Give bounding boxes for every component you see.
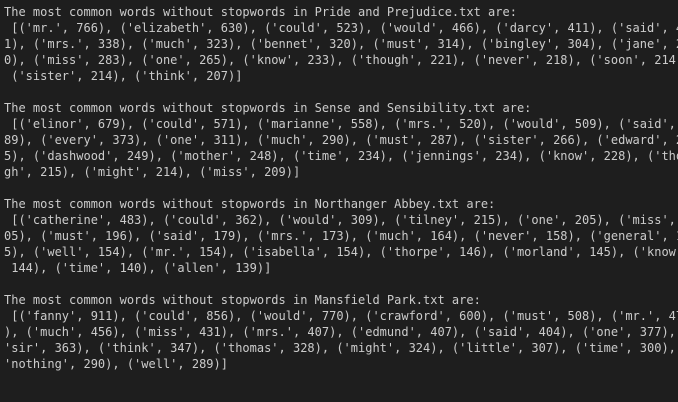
output-line: 0), ('miss', 283), ('one', 265), ('know'… [4,53,678,67]
output-line: ('sister', 214), ('think', 207)] [4,69,243,83]
output-line: [('mr.', 766), ('elizabeth', 630), ('cou… [4,21,678,35]
output-heading: The most common words without stopwords … [4,101,532,115]
output-block-pride-and-prejudice: The most common words without stopwords … [4,4,678,84]
output-line: 1), ('mrs.', 338), ('much', 323), ('benn… [4,37,678,51]
output-block-northanger-abbey: The most common words without stopwords … [4,196,678,276]
output-line: [('catherine', 483), ('could', 362), ('w… [4,213,678,227]
output-heading: The most common words without stopwords … [4,197,496,211]
output-line: 'nothing', 290), ('well', 289)] [4,357,228,371]
output-line: 'sir', 363), ('think', 347), ('thomas', … [4,341,678,355]
terminal-output[interactable]: The most common words without stopwords … [0,0,678,402]
output-line: 89), ('every', 373), ('one', 311), ('muc… [4,133,678,147]
output-block-mansfield-park: The most common words without stopwords … [4,292,678,372]
output-line: 5), ('well', 154), ('mr.', 154), ('isabe… [4,245,678,259]
output-line: 144), ('time', 140), ('allen', 139)] [4,261,272,275]
output-line: gh', 215), ('might', 214), ('miss', 209)… [4,165,301,179]
output-line: 5), ('dashwood', 249), ('mother', 248), … [4,149,678,163]
output-line: [('elinor', 679), ('could', 571), ('mari… [4,117,678,131]
output-block-sense-and-sensibility: The most common words without stopwords … [4,100,678,180]
output-line: 05), ('must', 196), ('said', 179), ('mrs… [4,229,678,243]
output-heading: The most common words without stopwords … [4,5,517,19]
output-line: [('fanny', 911), ('could', 856), ('would… [4,309,678,323]
output-heading: The most common words without stopwords … [4,293,481,307]
output-line: ), ('much', 456), ('miss', 431), ('mrs.'… [4,325,678,339]
